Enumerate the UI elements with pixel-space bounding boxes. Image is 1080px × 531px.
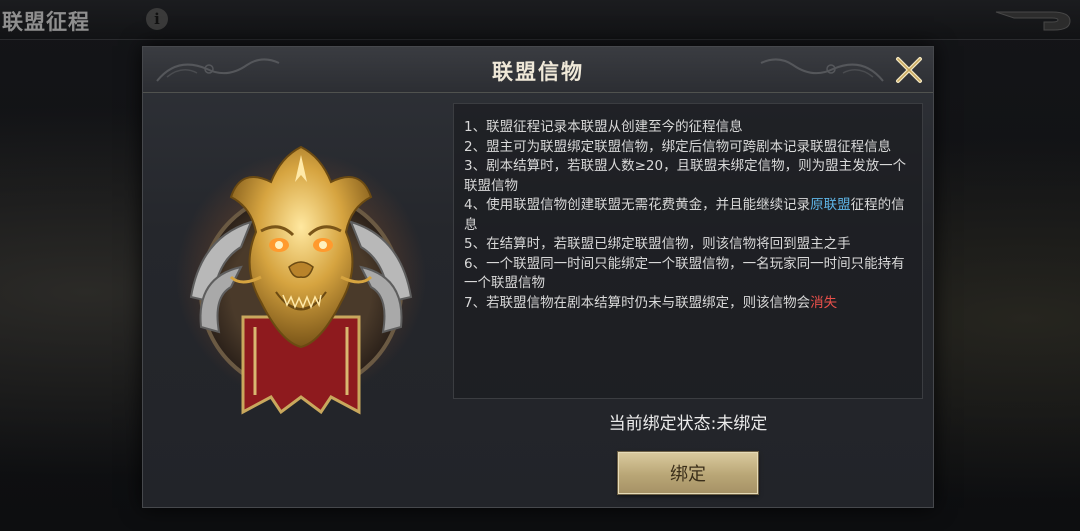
rule-item-1: 1、联盟征程记录本联盟从创建至今的征程信息 — [464, 119, 743, 135]
rule-item-6: 6、一个联盟同一时间只能绑定一个联盟信物，一名玩家同一时间只能持有一个联盟信物 — [464, 255, 905, 292]
dialog-header: 联盟信物 — [143, 47, 933, 93]
disappear-highlight: 消失 — [810, 294, 838, 311]
bind-button[interactable]: 绑定 — [618, 452, 758, 494]
rule-item-5: 5、在结算时，若联盟已绑定联盟信物，则该信物将回到盟主之手 — [464, 236, 851, 252]
rule-item-4: 4、使用联盟信物创建联盟无需花费黄金，并且能继续记录原联盟征程的信息 — [464, 196, 912, 235]
alliance-token-dialog: 联盟信物 1、联盟征程记录本联盟从创建至今的征程信息 2、盟主可为联盟绑定联盟信… — [142, 46, 934, 508]
rule-item-3: 3、剧本结算时，若联盟人数≥20，且联盟未绑定信物，则为盟主发放一个联盟信物 — [464, 158, 907, 194]
page-title: 联盟征程 — [2, 9, 90, 34]
rule-item-7: 7、若联盟信物在剧本结算时仍未与联盟绑定，则该信物会消失 — [464, 294, 912, 314]
golden-dragon-emblem-icon — [176, 145, 426, 415]
rule-item-7-text: 7、若联盟信物在剧本结算时仍未与联盟绑定，则该信物会 — [464, 294, 811, 311]
rules-panel: 1、联盟征程记录本联盟从创建至今的征程信息 2、盟主可为联盟绑定联盟信物，绑定后… — [453, 103, 923, 399]
original-alliance-highlight: 原联盟 — [810, 197, 851, 213]
info-icon[interactable]: i — [146, 8, 168, 30]
dialog-title: 联盟信物 — [492, 59, 584, 84]
top-bar: 联盟征程 i — [0, 0, 1080, 40]
binding-status-label: 当前绑定状态:未绑定 — [608, 414, 768, 434]
close-icon[interactable] — [893, 54, 925, 86]
rule-item-4-text: 4、使用联盟信物创建联盟无需花费黄金，并且能继续记录 — [464, 197, 811, 213]
rule-item-2: 2、盟主可为联盟绑定联盟信物，绑定后信物可跨剧本记录联盟征程信息 — [464, 138, 892, 155]
back-arrow-icon[interactable] — [994, 8, 1074, 34]
